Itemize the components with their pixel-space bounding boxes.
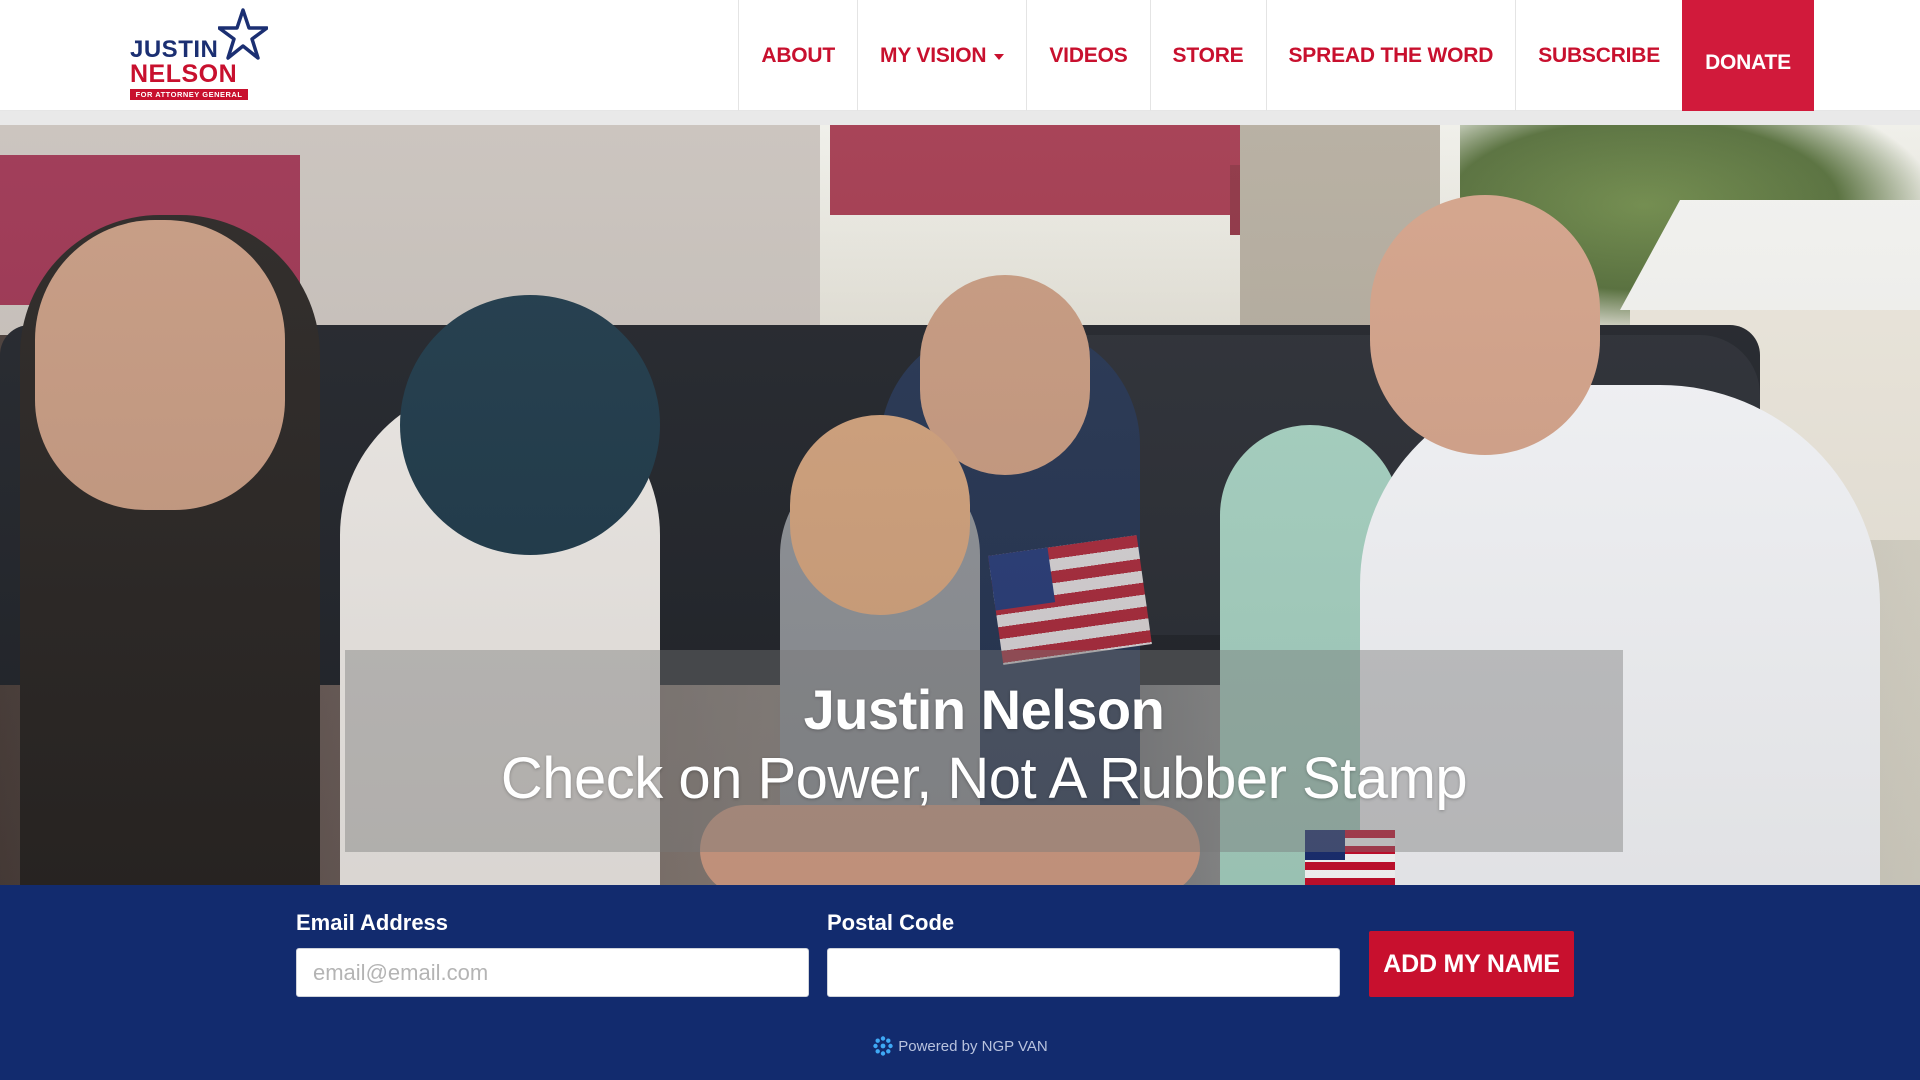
star-icon (218, 8, 268, 60)
nav-subscribe-label: SUBSCRIBE (1538, 43, 1661, 67)
logo-line-justin: JUSTIN (130, 36, 219, 63)
hero-title: Justin Nelson (803, 678, 1165, 741)
chevron-down-icon (994, 53, 1005, 60)
nav-about-label: ABOUT (761, 43, 836, 67)
hero-photo: Justin Nelson Check on Power, Not A Rubb… (0, 125, 1920, 885)
nav-subscribe[interactable]: SUBSCRIBE (1515, 0, 1682, 111)
postal-code-label: Postal Code (827, 910, 955, 935)
postal-code-field[interactable] (827, 948, 1340, 997)
nav-store-label: STORE (1172, 43, 1244, 67)
donate-button[interactable]: DONATE (1682, 0, 1814, 125)
donate-button-label: DONATE (1705, 50, 1791, 74)
header-divider (0, 111, 1920, 125)
logo-tagline: FOR ATTORNEY GENERAL (130, 89, 248, 100)
email-field[interactable] (296, 948, 809, 997)
hero-banner: Justin Nelson Check on Power, Not A Rubb… (345, 650, 1623, 852)
main-nav: ABOUT MY VISION VIDEOS STORE SPREAD THE … (738, 0, 1814, 125)
nav-spread-the-word-label: SPREAD THE WORD (1288, 43, 1494, 67)
add-my-name-button[interactable]: ADD MY NAME (1369, 931, 1574, 997)
nav-videos[interactable]: VIDEOS (1026, 0, 1149, 111)
nav-about[interactable]: ABOUT (738, 0, 857, 111)
nav-my-vision[interactable]: MY VISION (857, 0, 1026, 111)
ngp-van-logo-icon (873, 1036, 893, 1056)
signup-form: Email Address Postal Code ADD MY NAME Po… (0, 885, 1920, 1080)
nav-store[interactable]: STORE (1149, 0, 1266, 111)
nav-videos-label: VIDEOS (1049, 43, 1128, 67)
site-header: JUSTIN NELSON FOR ATTORNEY GENERAL ABOUT… (0, 0, 1920, 125)
email-label: Email Address (296, 910, 449, 935)
nav-spread-the-word[interactable]: SPREAD THE WORD (1265, 0, 1516, 111)
logo-line-nelson: NELSON (130, 60, 238, 88)
hero-tagline: Check on Power, Not A Rubber Stamp (500, 746, 1468, 811)
nav-my-vision-label: MY VISION (880, 43, 987, 67)
powered-by-ngp-van[interactable]: Powered by NGP VAN (0, 1035, 1920, 1057)
campaign-logo[interactable]: JUSTIN NELSON FOR ATTORNEY GENERAL (126, 8, 276, 103)
powered-by-text: Powered by NGP VAN (898, 1037, 1048, 1055)
